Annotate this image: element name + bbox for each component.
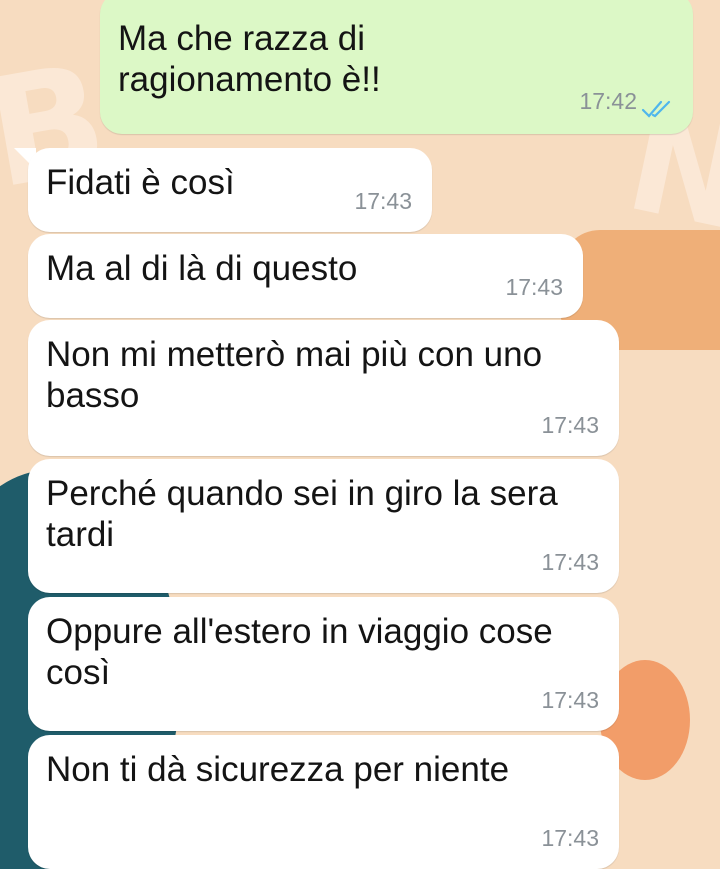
message-incoming[interactable]: Ma al di là di questo 17:43	[28, 234, 583, 318]
message-text: Oppure all'estero in viaggio cose così	[46, 612, 553, 692]
message-text: Ma al di là di questo	[46, 249, 358, 288]
message-time: 17:43	[541, 687, 599, 713]
message-text: Non ti dà sicurezza per niente	[46, 750, 510, 789]
message-time: 17:42	[579, 88, 637, 114]
message-incoming[interactable]: Oppure all'estero in viaggio cose così 1…	[28, 597, 619, 731]
message-text: Perché quando sei in giro la sera tardi	[46, 474, 558, 554]
message-text: Ma che razza di ragionamento è!!	[118, 19, 381, 99]
message-time: 17:43	[541, 549, 599, 575]
double-check-icon	[641, 100, 671, 118]
message-time: 17:43	[541, 412, 599, 438]
message-time: 17:43	[354, 188, 412, 214]
message-time: 17:43	[541, 825, 599, 851]
message-incoming[interactable]: Perché quando sei in giro la sera tardi …	[28, 459, 619, 593]
message-incoming[interactable]: Fidati è così 17:43	[28, 148, 432, 232]
message-text: Non mi metterò mai più con uno basso	[46, 335, 543, 415]
message-outgoing[interactable]: Ma che razza di ragionamento è!! 17:42	[100, 0, 693, 134]
message-incoming[interactable]: Non mi metterò mai più con uno basso 17:…	[28, 320, 619, 456]
message-time: 17:43	[505, 274, 563, 300]
message-incoming[interactable]: Non ti dà sicurezza per niente 17:43	[28, 735, 619, 869]
